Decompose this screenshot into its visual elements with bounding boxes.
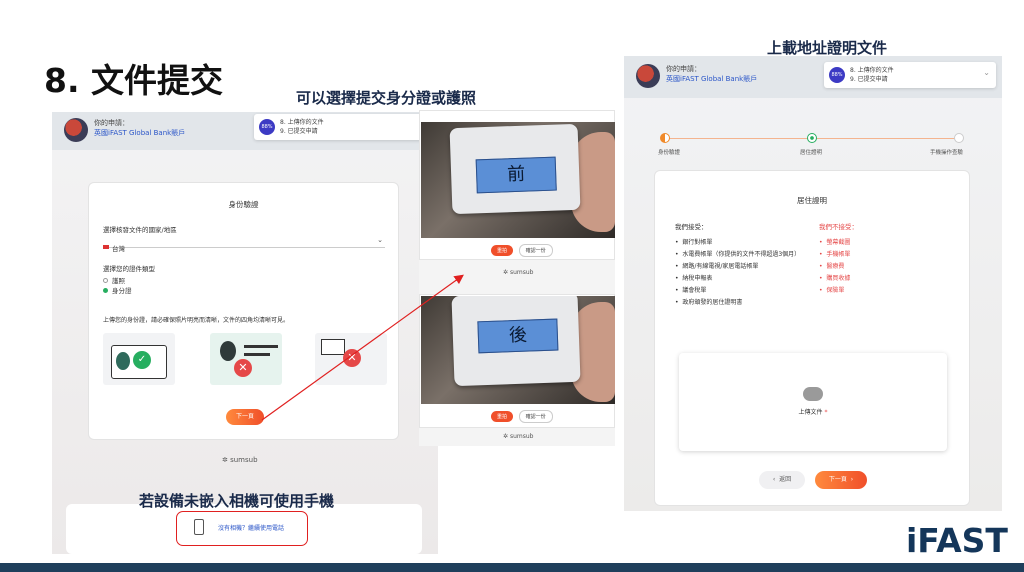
application-label: 你的申請： 英國iFAST Global Bank賬戶 [666,65,758,83]
step-dot-identity [660,133,670,143]
list-item: • 水電費帳單（你提供的文件不得超過3個月） [675,251,801,258]
reject-title: 我們不接受： [819,223,858,231]
caption-doc-choice: 可以選擇提交身分證或護照 [296,89,477,107]
sumsub-icon: ✲ [222,456,231,464]
list-item: • 螢幕截圖 [819,239,851,246]
address-panel: 你的申請： 英國iFAST Global Bank賬戶 88% 8. 上傳你的文… [624,56,1002,511]
list-item: • 納稅申報表 [675,275,713,282]
progress-dropdown[interactable]: 88% 8. 上傳你的文件 9. 已提交申請 ⌄ [824,62,996,88]
progress-circle: 88% [259,119,275,135]
caption-address-proof: 上載地址證明文件 [767,39,888,57]
cross-icon: ✕ [343,349,361,367]
check-icon: ✓ [133,351,151,369]
list-item: • 議會稅單 [675,287,707,294]
phone-icon [194,519,204,535]
card-title: 身份驗證 [228,200,259,209]
chevron-right-icon: › [846,476,854,483]
footer-bar [0,563,1024,572]
cloud-upload-icon [803,387,823,401]
option-passport[interactable]: 護照 [103,275,125,285]
upload-label: 上傳文件 * [798,409,828,416]
back-actions: 重拍 確認一份 [491,410,553,423]
face-icon [116,352,130,370]
front-photo: 前 [421,122,615,238]
no-camera-link[interactable]: 沒有相機？繼續使用電話 [218,523,284,532]
id-card-icon [321,339,345,355]
app-header: 你的申請： 英國iFAST Global Bank賬戶 88% 8. 上傳你的文… [52,112,438,150]
accept-title: 我們接受： [675,223,708,231]
application-label: 你的申請： 英國iFAST Global Bank賬戶 [94,119,186,137]
identity-panel: 你的申請： 英國iFAST Global Bank賬戶 88% 8. 上傳你的文… [52,112,438,554]
step-label: 身份驗證 [658,150,681,156]
app-header: 你的申請： 英國iFAST Global Bank賬戶 88% 8. 上傳你的文… [624,56,1002,98]
sumsub-logo: ✲ sumsub [503,269,534,276]
chevron-down-icon: ⌄ [377,236,383,244]
list-item: • 購買收據 [819,275,851,282]
address-card: 居住證明 我們接受： 我們不接受： • 銀行對帳單 • 水電費帳單（你提供的文件… [654,170,970,506]
radio-unchecked-icon [103,278,108,283]
retake-button[interactable]: 重拍 [491,411,514,422]
sumsub-logo: ✲ sumsub [222,456,258,464]
accept-list: • 銀行對帳單 • 水電費帳單（你提供的文件不得超過3個月） • 網路/有線電視… [675,237,800,309]
retake-button[interactable]: 重拍 [491,245,514,256]
confirm-button[interactable]: 確認一份 [518,410,553,423]
option-id-card[interactable]: 身分證 [103,285,132,295]
train-avatar-icon [64,118,88,142]
id-card-back: 後 [451,296,581,387]
list-item: • 保險單 [819,287,845,294]
reject-list: • 螢幕截圖 • 手機帳單 • 醫療費 • 購買收據 • 保險單 [819,237,850,297]
card-title: 居住證明 [797,196,827,205]
line-icon [244,345,278,348]
list-item: • 醫療費 [819,263,845,270]
radio-checked-icon [103,288,108,293]
train-avatar-icon [636,64,660,88]
step-label: 居住證明 [800,150,823,156]
sumsub-logo: ✲ sumsub [503,433,534,440]
id-example-small: ✕ [315,333,387,385]
upload-dropzone[interactable]: 上傳文件 * [679,353,947,451]
country-select[interactable]: 台灣 ⌄ [103,236,385,253]
taiwan-flag-icon [103,244,109,249]
chevron-down-icon: ⌄ [983,68,990,77]
list-item: • 銀行對帳單 [675,239,713,246]
id-example-good: ✓ [103,333,175,385]
cross-icon: ✕ [234,359,252,377]
back-button[interactable]: ‹ 返回 [759,471,805,489]
back-photo: 後 [421,296,615,404]
no-camera-highlight[interactable]: 沒有相機？繼續使用電話 [176,511,308,546]
step-dot-phone [954,133,964,143]
progress-circle: 88% [829,67,845,83]
sumsub-icon: ✲ [503,433,510,440]
next-button[interactable]: 下一頁 [226,409,264,425]
identity-card: 身份驗證 選擇核發文件的國家/地區 台灣 ⌄ 選擇您的證件類型 護照 身分證 上… [88,182,399,440]
back-label: 後 [477,318,559,354]
line-icon [244,353,270,356]
list-item: • 網路/有線電視/家居電話帳單 [675,263,759,270]
id-card-front: 前 [449,123,581,215]
step-dot-address [807,133,817,143]
doc-type-label: 選擇您的證件類型 [103,265,155,273]
step-label: 手機操作查驗 [930,150,964,156]
progress-steps: 8. 上傳你的文件 9. 已提交申請 [850,67,894,83]
country-label: 選擇核發文件的國家/地區 [103,226,177,234]
sumsub-icon: ✲ [503,269,510,276]
list-item: • 政府頒發的居住證明書 [675,299,743,306]
capture-panel: 前 重拍 確認一份 ✲ sumsub 後 重拍 確認一份 ✲ sumsub [419,110,615,446]
caption-no-camera: 若設備未嵌入相機可使用手機 [139,492,335,510]
progress-steps: 8. 上傳你的文件 9. 已提交申請 [280,119,324,135]
slide-title: 8. 文件提交 [44,61,223,100]
front-actions: 重拍 確認一份 [491,244,553,257]
front-label: 前 [475,156,557,194]
next-button[interactable]: 下一頁 › [815,471,867,489]
list-item: • 手機帳單 [819,251,851,258]
id-example-cropped: ✕ [210,333,282,385]
upload-instruction: 上傳您的身份證，請必確保照片明亮而清晰，文件的四角均清晰可見。 [103,317,290,324]
ifast-logo: iFAST [906,521,1008,560]
confirm-button[interactable]: 確認一份 [518,244,553,257]
face-icon [220,341,236,361]
progress-dropdown[interactable]: 88% 8. 上傳你的文件 9. 已提交申請 [254,114,438,140]
